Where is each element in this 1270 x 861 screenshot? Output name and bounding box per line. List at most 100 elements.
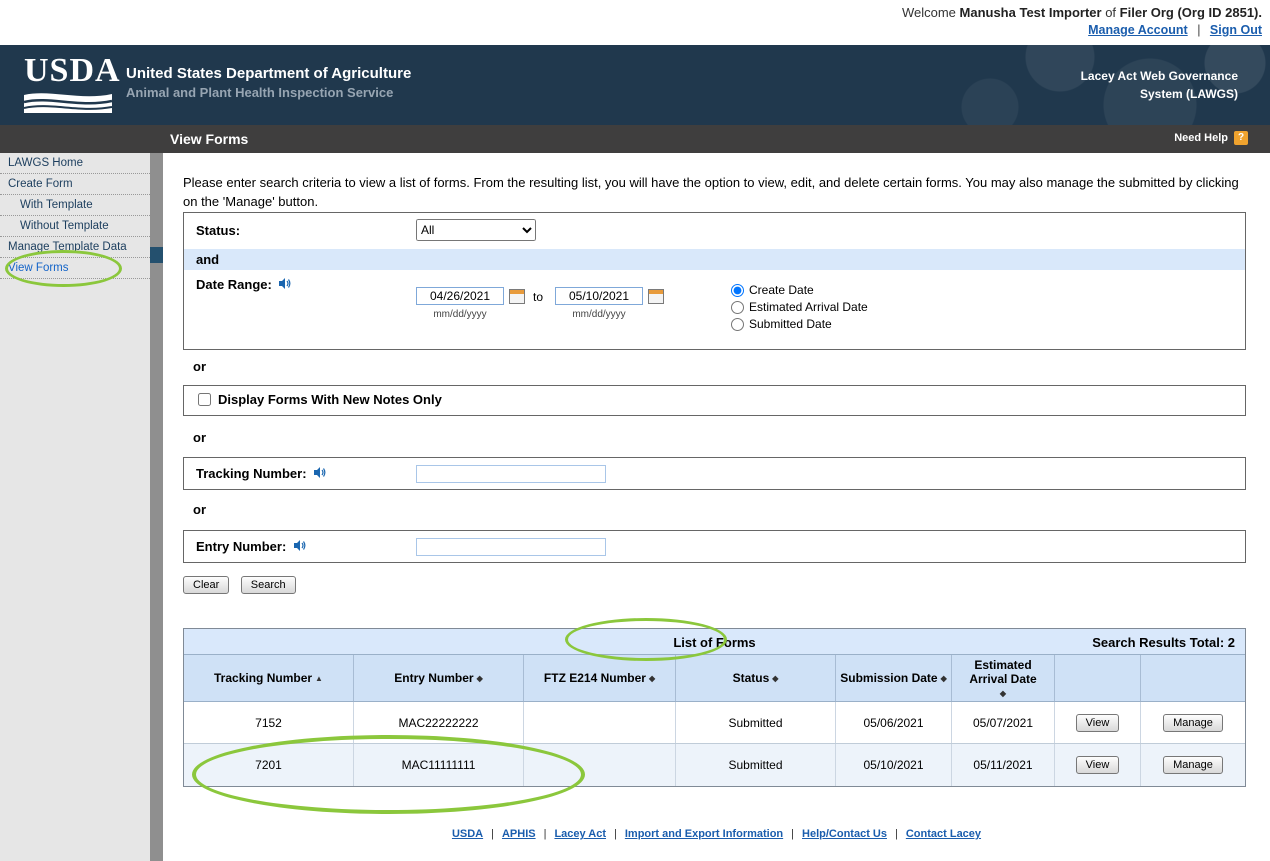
radio-label: Submitted Date [749, 317, 832, 331]
radio-estimated-arrival-date[interactable]: Estimated Arrival Date [731, 300, 868, 314]
title-bar: View Forms Need Help ? [0, 125, 1270, 153]
view-button[interactable]: View [1075, 713, 1120, 732]
system-name: Lacey Act Web Governance System (LAWGS) [1081, 67, 1238, 103]
audio-help-icon[interactable] [293, 539, 306, 552]
and-label: and [196, 252, 220, 267]
welcome-user-name: Manusha Test Importer [959, 5, 1102, 20]
results-table: List of Forms Search Results Total: 2 Tr… [183, 628, 1246, 787]
status-select[interactable]: All [416, 219, 536, 241]
table-row: 7201 MAC11111111 Submitted 05/10/2021 05… [184, 744, 1245, 786]
submitted-date-radio[interactable] [731, 317, 744, 331]
system-name-line1: Lacey Act Web Governance [1080, 69, 1238, 83]
tracking-number-input[interactable] [416, 465, 606, 483]
audio-help-icon[interactable] [313, 466, 326, 479]
usda-logo-text: USDA [24, 52, 121, 89]
column-label: Entry Number [394, 671, 474, 685]
column-label: Tracking Number [214, 671, 313, 685]
column-header-status[interactable]: Status ◆ [676, 655, 836, 701]
sort-both-icon: ◆ [648, 673, 656, 683]
column-header-ftz-e214-number[interactable]: FTZ E214 Number ◆ [524, 655, 676, 701]
sort-both-icon: ◆ [476, 673, 483, 683]
entry-number-input[interactable] [416, 538, 606, 556]
sidebar-item-manage-template-data[interactable]: Manage Template Data [0, 237, 150, 258]
calendar-icon[interactable] [509, 289, 525, 304]
entry-number-cell: MAC11111111 [354, 744, 524, 786]
estimated-arrival-date-radio[interactable] [731, 300, 744, 314]
calendar-icon[interactable] [648, 289, 664, 304]
column-header-manage [1141, 655, 1245, 701]
column-header-entry-number[interactable]: Entry Number ◆ [354, 655, 524, 701]
tracking-number-label: Tracking Number: [196, 466, 307, 481]
department-title: United States Department of Agriculture … [126, 65, 411, 100]
date-to-input[interactable] [555, 287, 643, 305]
column-header-estimated-arrival-date[interactable]: Estimated Arrival Date ◆ [952, 655, 1055, 701]
usda-swoosh-icon [23, 93, 113, 113]
footer-link-aphis[interactable]: APHIS [502, 828, 536, 840]
manage-button[interactable]: Manage [1163, 756, 1223, 774]
sort-asc-icon: ▲ [315, 673, 323, 683]
column-header-submission-date[interactable]: Submission Date ◆ [836, 655, 952, 701]
footer-link-lacey-act[interactable]: Lacey Act [554, 828, 606, 840]
footer-link-usda[interactable]: USDA [452, 828, 483, 840]
sort-both-icon: ◆ [772, 673, 779, 683]
create-date-radio[interactable] [731, 283, 744, 297]
sidebar-item-view-forms[interactable]: View Forms [0, 258, 150, 279]
footer-separator: | [791, 828, 795, 840]
sidebar-item-create-form[interactable]: Create Form [0, 174, 150, 195]
or-label: or [193, 359, 206, 374]
date-format-hint: mm/dd/yyyy [572, 309, 626, 320]
instructions-text: Please enter search criteria to view a l… [183, 175, 1239, 209]
date-range-label: Date Range: [196, 277, 272, 292]
sign-out-link[interactable]: Sign Out [1210, 23, 1262, 37]
notes-filter-box: Display Forms With New Notes Only [183, 385, 1246, 416]
footer-link-help-contact[interactable]: Help/Contact Us [802, 828, 887, 840]
sort-both-icon: ◆ [999, 689, 1007, 698]
audio-help-icon[interactable] [278, 277, 291, 290]
submission-date-cell: 05/06/2021 [836, 702, 952, 743]
department-name: United States Department of Agriculture [126, 65, 412, 82]
footer-link-contact-lacey[interactable]: Contact Lacey [906, 828, 981, 840]
footer-link-import-export[interactable]: Import and Export Information [625, 828, 783, 840]
sidebar-divider-handle[interactable] [150, 247, 163, 263]
footer-separator: | [894, 828, 898, 840]
clear-button[interactable]: Clear [183, 576, 230, 594]
search-results-total: Search Results Total: 2 [1092, 635, 1235, 650]
sidebar-item-with-template[interactable]: With Template [0, 195, 150, 216]
entry-number-box: Entry Number: [183, 530, 1246, 563]
question-help-icon[interactable]: ? [1234, 131, 1248, 145]
date-from-input[interactable] [416, 287, 504, 305]
ftz-e214-number-cell [524, 702, 676, 743]
new-notes-checkbox[interactable] [198, 393, 211, 406]
welcome-prefix: Welcome [901, 5, 956, 20]
column-label: Estimated Arrival Date [969, 658, 1037, 686]
radio-submitted-date[interactable]: Submitted Date [731, 317, 868, 331]
radio-label: Create Date [749, 283, 814, 297]
entry-number-label: Entry Number: [196, 539, 287, 554]
usda-logo: USDA [23, 52, 121, 118]
manage-button[interactable]: Manage [1163, 713, 1223, 732]
to-label: to [533, 290, 544, 304]
sidebar-item-without-template[interactable]: Without Template [0, 216, 150, 237]
view-button[interactable]: View [1075, 756, 1120, 774]
usda-header: USDA United States Department of Agricul… [0, 45, 1270, 125]
search-criteria-box: Status: All and Date Range: to mm/dd/yyy… [183, 212, 1246, 350]
status-label: Status: [196, 223, 241, 238]
date-type-radio-group: Create Date Estimated Arrival Date Submi… [731, 283, 868, 334]
tracking-number-label-group: Tracking Number: [196, 466, 326, 481]
welcome-message: Welcome Manusha Test Importer of Filer O… [0, 5, 1262, 20]
search-button[interactable]: Search [240, 576, 296, 594]
manage-account-link[interactable]: Manage Account [1088, 23, 1188, 37]
radio-label: Estimated Arrival Date [749, 300, 868, 314]
radio-create-date[interactable]: Create Date [731, 283, 868, 297]
tracking-number-box: Tracking Number: [183, 457, 1246, 490]
submission-date-cell: 05/10/2021 [836, 744, 952, 786]
agency-name: Animal and Plant Health Inspection Servi… [126, 85, 394, 100]
sidebar-item-lawgs-home[interactable]: LAWGS Home [0, 153, 150, 174]
column-header-tracking-number[interactable]: Tracking Number ▲ [184, 655, 354, 701]
estimated-arrival-date-cell: 05/11/2021 [952, 744, 1055, 786]
column-header-view [1055, 655, 1141, 701]
account-links: Manage Account | Sign Out [0, 23, 1262, 37]
sort-both-icon: ◆ [940, 673, 947, 683]
new-notes-checkbox-row[interactable]: Display Forms With New Notes Only [198, 392, 442, 407]
view-cell: View [1055, 744, 1141, 786]
